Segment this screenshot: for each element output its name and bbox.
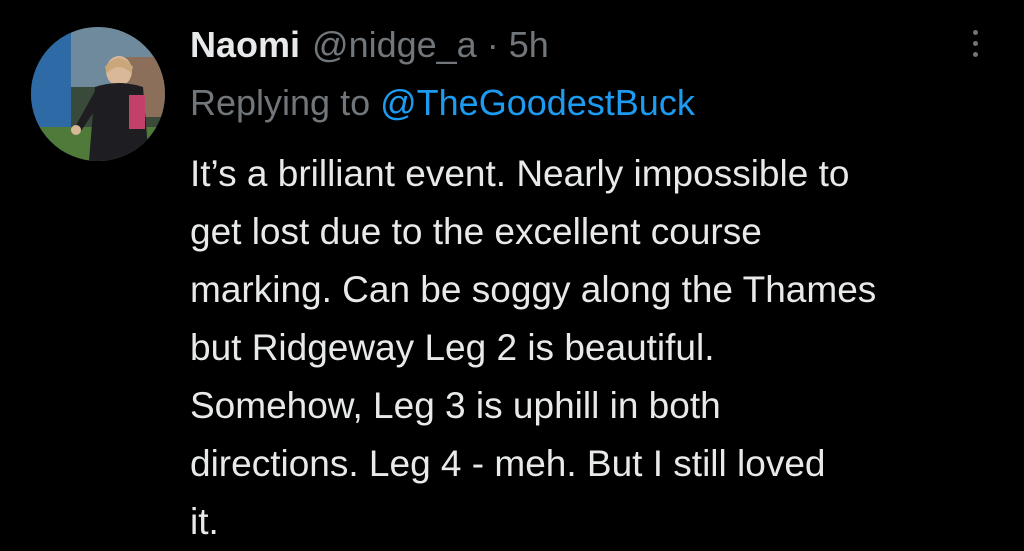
avatar[interactable]	[31, 27, 165, 161]
tweet-text-line: get lost due to the excellent course	[190, 211, 762, 252]
tweet-text-line: it.	[190, 501, 219, 542]
separator-dot: ·	[486, 24, 499, 65]
reply-mention-link[interactable]: @TheGoodestBuck	[380, 82, 695, 123]
replying-to: Replying to @TheGoodestBuck	[190, 82, 695, 124]
tweet-text-line: It’s a brilliant event. Nearly impossibl…	[190, 153, 850, 194]
tweet-text-line: Somehow, Leg 3 is uphill in both	[190, 385, 721, 426]
tweet[interactable]: Naomi @nidge_a · 5h Replying to @TheGood…	[0, 0, 1024, 551]
display-name[interactable]: Naomi	[190, 24, 300, 66]
more-dot	[972, 40, 978, 46]
more-dot	[972, 51, 978, 57]
tweet-timestamp[interactable]: 5h	[509, 24, 549, 66]
avatar-photo	[31, 27, 165, 161]
tweet-text: It’s a brilliant event. Nearly impossibl…	[190, 145, 1010, 551]
tweet-text-line: directions. Leg 4 - meh. But I still lov…	[190, 443, 826, 484]
more-dot	[972, 29, 978, 35]
tweet-header: Naomi @nidge_a · 5h	[190, 22, 549, 68]
more-options-icon[interactable]	[958, 26, 992, 60]
tweet-text-line: but Ridgeway Leg 2 is beautiful.	[190, 327, 715, 368]
user-handle[interactable]: @nidge_a	[312, 24, 477, 66]
tweet-text-line: marking. Can be soggy along the Thames	[190, 269, 877, 310]
replying-to-label: Replying to	[190, 82, 371, 123]
